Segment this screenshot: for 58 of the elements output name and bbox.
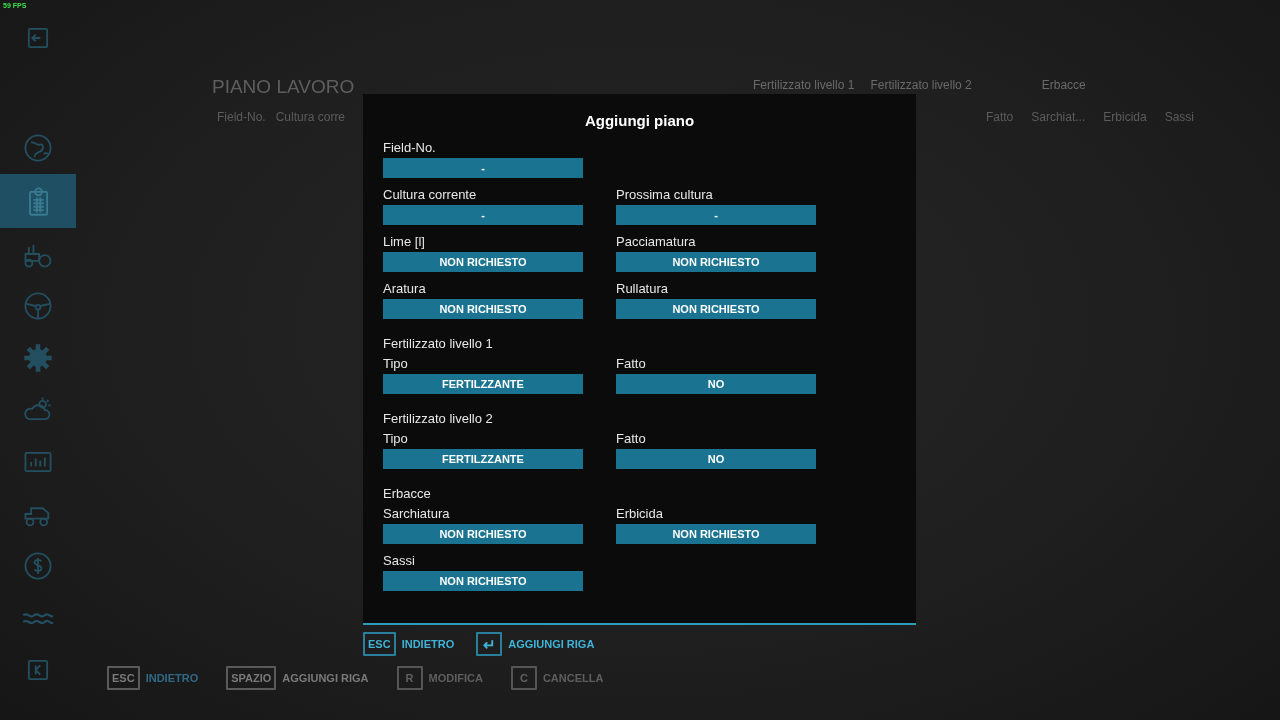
- option-selector[interactable]: NON RICHIESTO: [383, 252, 583, 272]
- key-action-label[interactable]: AGGIUNGI RIGA: [508, 638, 595, 650]
- option-selector[interactable]: NON RICHIESTO: [616, 299, 816, 319]
- option-selector[interactable]: NO: [616, 374, 816, 394]
- globe-icon: [22, 132, 54, 164]
- key-cap: C: [510, 666, 537, 690]
- field-label: Aratura: [383, 280, 427, 298]
- key-cap: R: [396, 666, 423, 690]
- page-title: PIANO LAVORO: [212, 76, 355, 99]
- section-heading: Erbacce: [383, 485, 432, 503]
- field-label: Prossima cultura: [616, 186, 714, 204]
- column-group-header: Erbacce: [1041, 78, 1086, 94]
- column-header: Sassi: [1164, 110, 1194, 126]
- steering-wheel-icon: [22, 290, 54, 322]
- key-cap: SPAZIO: [226, 666, 277, 690]
- field-label: Sassi: [383, 552, 416, 570]
- key-cap: ESC: [363, 632, 396, 656]
- field-label: Field-No.: [383, 139, 437, 157]
- field-label: Rullatura: [616, 280, 670, 298]
- dollar-coin-icon: [22, 550, 54, 582]
- option-selector[interactable]: -: [383, 158, 583, 178]
- field-label: Cultura corrente: [383, 186, 478, 204]
- field-label: Pacciamatura: [616, 233, 697, 251]
- column-header: Field-No.: [217, 110, 266, 126]
- key-action-label[interactable]: INDIETRO: [145, 672, 199, 684]
- field-label: Lime [l]: [383, 233, 426, 251]
- sidebar-tab[interactable]: [0, 174, 76, 228]
- settings-icon: [22, 342, 54, 374]
- option-selector[interactable]: NON RICHIESTO: [383, 299, 583, 319]
- option-selector[interactable]: FERTILZZANTE: [383, 449, 583, 469]
- wave-icon: [22, 610, 54, 626]
- column-header: Fatto: [985, 110, 1014, 126]
- dialog-title: Aggiungi piano: [583, 112, 696, 129]
- column-header: Cultura corre: [275, 110, 346, 126]
- option-selector[interactable]: NON RICHIESTO: [616, 524, 816, 544]
- option-selector[interactable]: FERTILZZANTE: [383, 374, 583, 394]
- option-selector[interactable]: -: [616, 205, 816, 225]
- field-label: Tipo: [383, 430, 409, 448]
- field-label: Tipo: [383, 355, 409, 373]
- key-cap: ↵: [476, 632, 503, 656]
- option-selector[interactable]: -: [383, 205, 583, 225]
- key-cap: ESC: [107, 666, 140, 690]
- key-action-label[interactable]: AGGIUNGI RIGA: [282, 672, 369, 684]
- column-group-header: Fertilizzato livello 1: [753, 78, 855, 94]
- field-label: Fatto: [616, 355, 647, 373]
- column-group-header: Fertilizzato livello 2: [870, 78, 972, 94]
- key-action-label[interactable]: INDIETRO: [401, 638, 455, 650]
- option-selector[interactable]: NON RICHIESTO: [616, 252, 816, 272]
- option-selector[interactable]: NON RICHIESTO: [383, 524, 583, 544]
- field-label: Sarchiatura: [383, 505, 451, 523]
- column-header: Sarchiat...: [1031, 110, 1086, 126]
- section-heading: Fertilizzato livello 2: [383, 410, 494, 428]
- column-header: Erbicida: [1103, 110, 1147, 126]
- option-selector[interactable]: NO: [616, 449, 816, 469]
- field-label: Fatto: [616, 430, 647, 448]
- section-heading: Fertilizzato livello 1: [383, 335, 494, 353]
- option-selector[interactable]: NON RICHIESTO: [383, 571, 583, 591]
- field-label: Erbicida: [616, 505, 664, 523]
